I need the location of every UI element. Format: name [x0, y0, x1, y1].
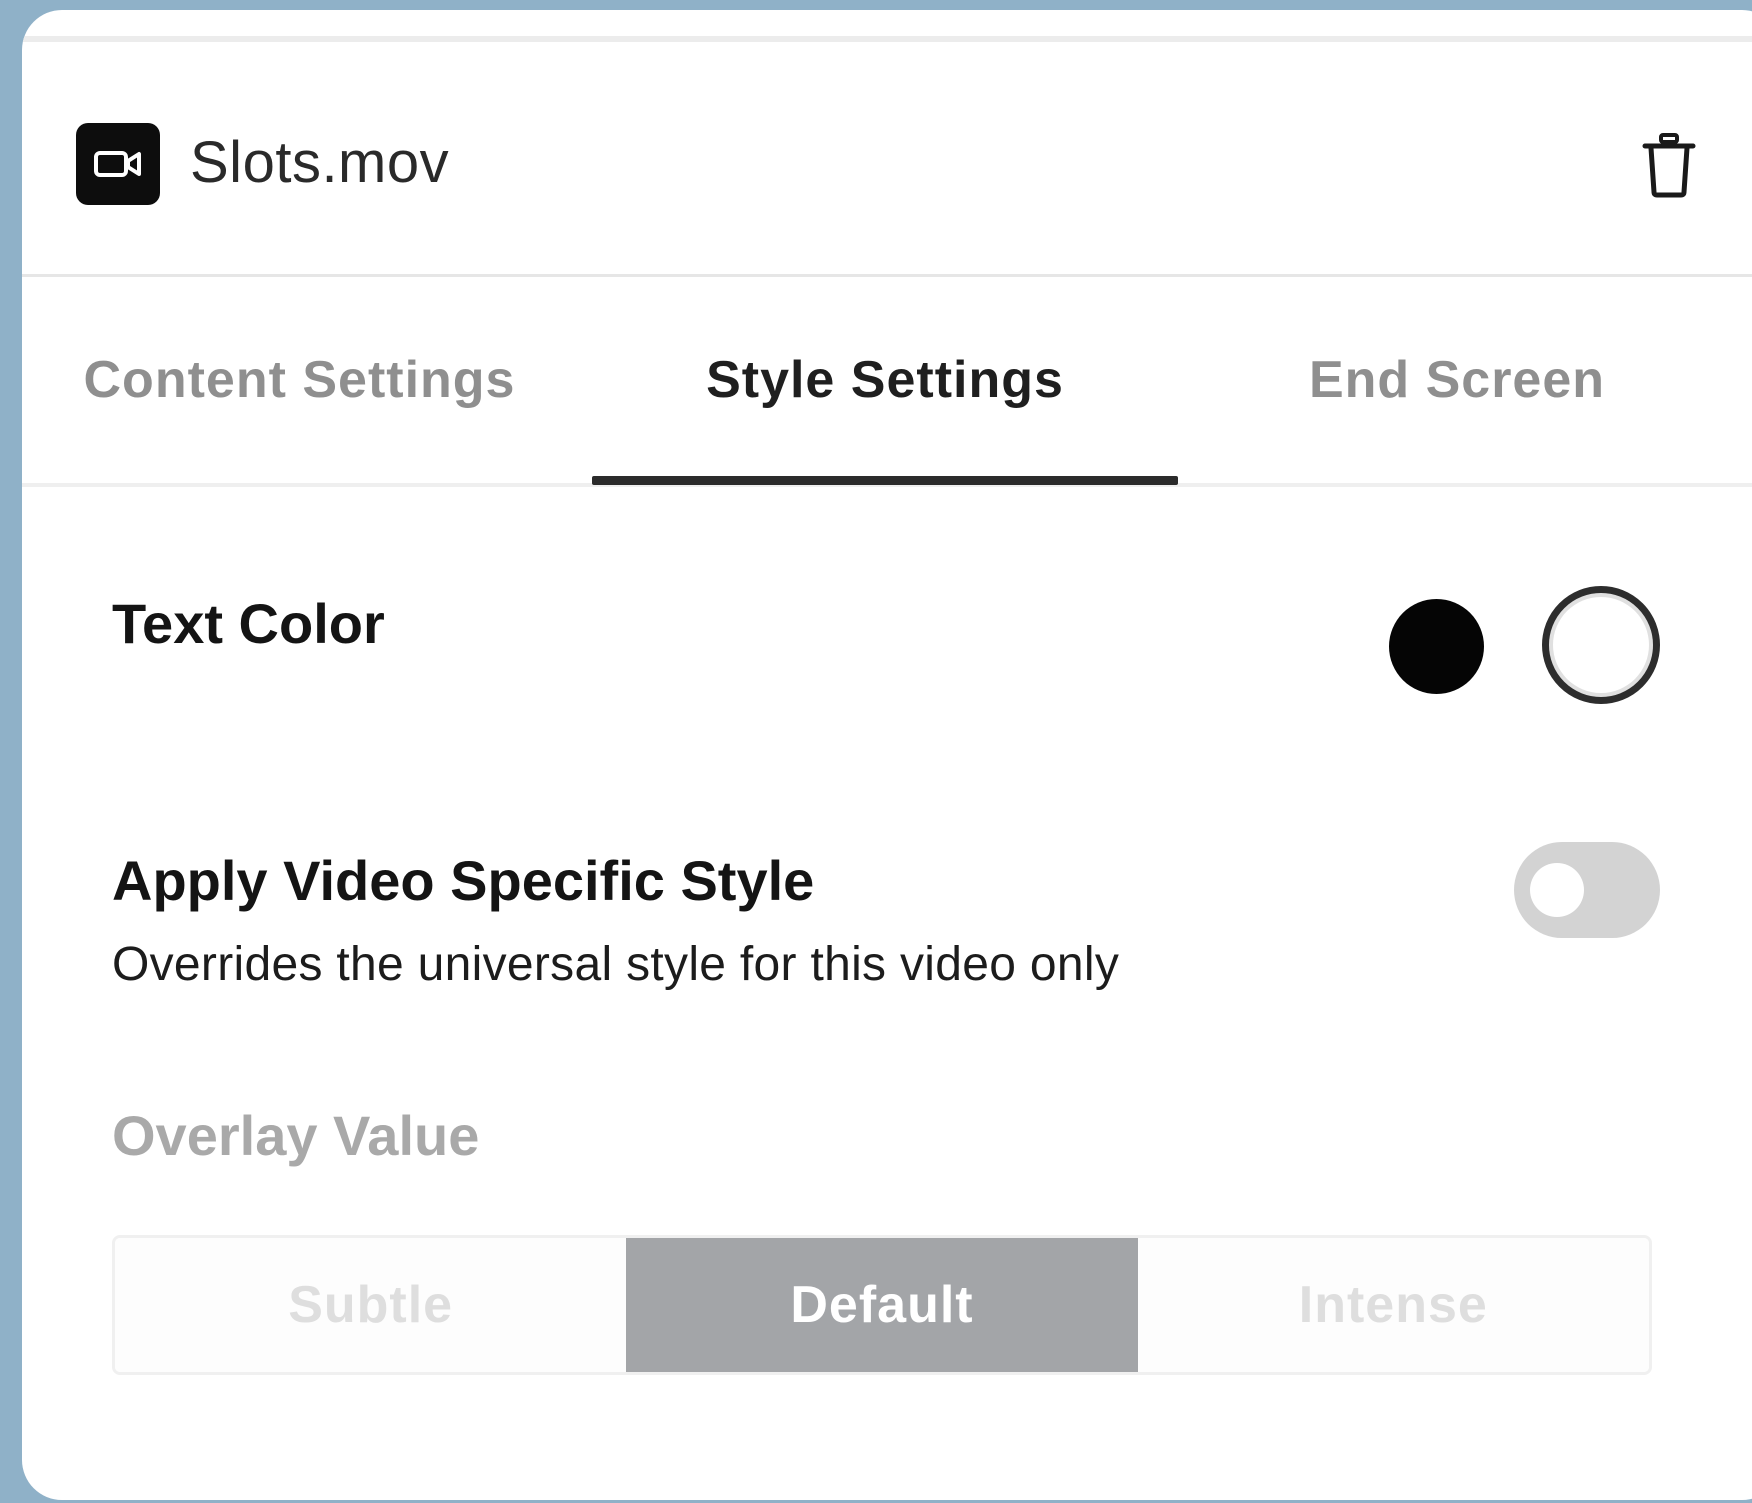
file-header: Slots.mov	[22, 42, 1752, 277]
style-settings-panel: Slots.mov Content Settings Style Setting…	[22, 10, 1752, 1500]
delete-button[interactable]	[1624, 120, 1714, 210]
settings-tabs: Content Settings Style Settings End Scre…	[22, 277, 1752, 487]
active-tab-indicator	[592, 476, 1178, 485]
overlay-option-subtle[interactable]: Subtle	[115, 1238, 627, 1372]
tab-style-settings[interactable]: Style Settings	[592, 277, 1178, 483]
overlay-option-default[interactable]: Default	[626, 1238, 1138, 1372]
overlay-option-intense[interactable]: Intense	[1137, 1238, 1649, 1372]
apply-video-style-toggle[interactable]	[1514, 842, 1660, 938]
apply-video-style-description: Overrides the universal style for this v…	[112, 938, 1120, 991]
overlay-value-selector: Subtle Default Intense	[112, 1235, 1652, 1375]
overlay-value-label: Overlay Value	[112, 1104, 480, 1167]
tab-content-settings[interactable]: Content Settings	[77, 277, 522, 483]
text-color-black-swatch[interactable]	[1389, 599, 1484, 694]
toggle-knob	[1530, 863, 1584, 917]
apply-video-style-label: Apply Video Specific Style	[112, 849, 815, 912]
text-color-label: Text Color	[112, 592, 385, 655]
tab-end-screen[interactable]: End Screen	[1242, 277, 1672, 483]
file-name: Slots.mov	[190, 130, 450, 195]
text-color-white-swatch[interactable]	[1542, 586, 1660, 704]
video-camera-icon	[76, 123, 160, 205]
trash-icon	[1642, 133, 1696, 198]
